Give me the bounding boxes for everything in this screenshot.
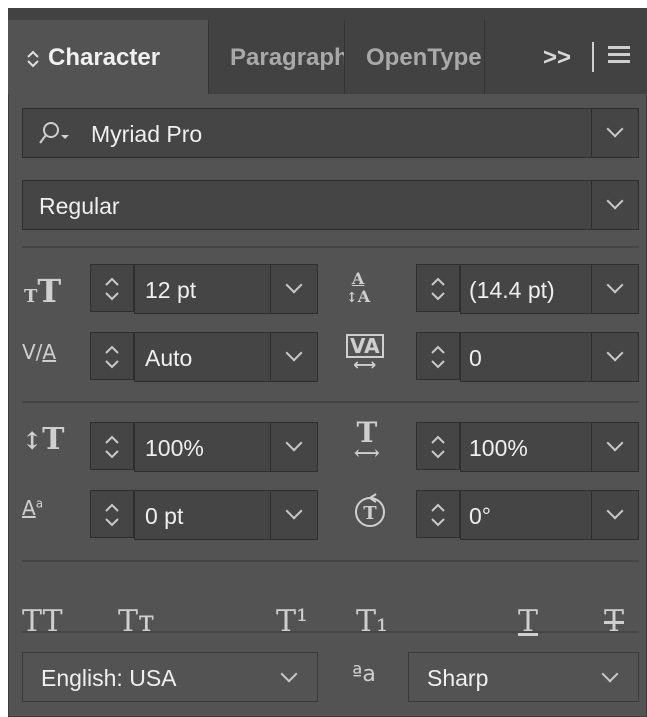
antialiasing-dropdown[interactable]: Sharp [408,652,639,702]
font-style-value: Regular [39,193,120,219]
tracking-value: 0 [469,345,482,371]
strikethrough-icon[interactable]: T [604,604,624,639]
section-divider [22,246,639,248]
kerning-stepper[interactable] [90,332,134,380]
tab-divider [484,20,485,94]
chevron-down-icon [285,434,303,452]
rotation-stepper[interactable] [416,490,460,538]
tab-opentype[interactable]: OpenType [366,20,482,94]
character-rotation-icon: T [355,493,385,527]
baseline-shift-stepper[interactable] [90,490,134,538]
font-family-dropdown-button[interactable] [591,109,638,157]
small-caps-icon[interactable]: Tт [118,604,155,639]
tab-bar: Character Paragraph OpenType >> [8,8,647,94]
tab-overflow-button[interactable]: >> [543,20,571,94]
vertical-scale-value: 100% [145,435,204,461]
vertical-scale-dropdown-button[interactable] [270,423,317,471]
leading-icon: A ↕A [346,269,371,307]
chevron-down-icon [606,192,624,210]
vertical-scale-field[interactable]: 100% [134,422,318,472]
overflow-chevrons-icon: >> [543,44,572,71]
tracking-field[interactable]: 0 [460,332,639,382]
chevron-down-icon [280,665,298,683]
vertical-scale-stepper[interactable] [90,422,134,470]
leading-value: (14.4 pt) [469,277,555,303]
chevron-down-icon [606,434,624,452]
tab-paragraph[interactable]: Paragraph [230,20,344,94]
horizontal-scale-icon: T ⟷ [354,416,380,464]
menu-divider [592,42,594,72]
chevron-down-icon [606,344,624,362]
tracking-icon: VA ⟷ [346,334,384,373]
panel-menu-icon[interactable] [608,46,630,64]
tracking-stepper[interactable] [416,332,460,380]
leading-stepper[interactable] [416,264,460,312]
chevron-down-icon [606,120,624,138]
subscript-icon[interactable]: T₁ [356,604,388,639]
font-size-icon: TT [24,272,62,310]
horizontal-scale-stepper[interactable] [416,422,460,470]
chevron-down-icon [285,502,303,520]
horizontal-scale-field[interactable]: 100% [460,422,639,472]
rotation-field[interactable]: 0° [460,490,639,540]
tab-opentype-label: OpenType [366,44,482,71]
all-caps-icon[interactable]: TT [22,604,63,639]
language-dropdown[interactable]: English: USA [22,652,318,702]
font-family-dropdown[interactable]: Myriad Pro [22,108,639,158]
rotation-value: 0° [469,503,491,529]
chevron-down-icon [601,665,619,683]
section-divider [22,401,639,403]
baseline-shift-field[interactable]: 0 pt [134,490,318,540]
antialiasing-value: Sharp [427,665,489,691]
tab-paragraph-label: Paragraph [230,44,344,71]
font-size-stepper[interactable] [90,264,134,312]
kerning-field[interactable]: Auto [134,332,318,382]
leading-field[interactable]: (14.4 pt) [460,264,639,314]
section-divider [22,560,639,562]
section-divider [22,631,639,633]
font-family-value: Myriad Pro [91,121,203,147]
language-value: English: USA [41,665,177,691]
antialiasing-icon: ªa [352,662,376,687]
search-icon [39,122,69,144]
underline-icon[interactable]: T [518,604,538,639]
kerning-icon: V/A [22,340,57,364]
tab-divider [344,20,345,94]
chevron-down-icon [606,502,624,520]
tab-character[interactable]: Character [8,20,208,94]
baseline-shift-value: 0 pt [145,503,184,529]
leading-dropdown-button[interactable] [591,265,638,313]
collapse-arrows-icon[interactable] [26,20,42,94]
tab-character-label: Character [48,44,161,71]
svg-text:T: T [363,503,377,524]
character-panel: Character Paragraph OpenType >> Myriad P… [8,8,647,717]
font-size-dropdown-button[interactable] [270,265,317,313]
horizontal-scale-dropdown-button[interactable] [591,423,638,471]
kerning-value: Auto [145,345,193,371]
tab-divider [208,20,209,94]
rotation-dropdown-button[interactable] [591,491,638,539]
font-size-field[interactable]: 12 pt [134,264,318,314]
superscript-icon[interactable]: T¹ [276,604,308,639]
kerning-dropdown-button[interactable] [270,333,317,381]
baseline-shift-icon: Aa [22,496,44,520]
tracking-dropdown-button[interactable] [591,333,638,381]
chevron-down-icon [285,344,303,362]
horizontal-scale-value: 100% [469,435,528,461]
font-style-dropdown-button[interactable] [591,181,638,229]
font-size-value: 12 pt [145,277,197,303]
font-style-dropdown[interactable]: Regular [22,180,639,230]
chevron-down-icon [285,276,303,294]
chevron-down-icon [606,276,624,294]
vertical-scale-icon: ↕T [22,422,65,457]
baseline-shift-dropdown-button[interactable] [270,491,317,539]
